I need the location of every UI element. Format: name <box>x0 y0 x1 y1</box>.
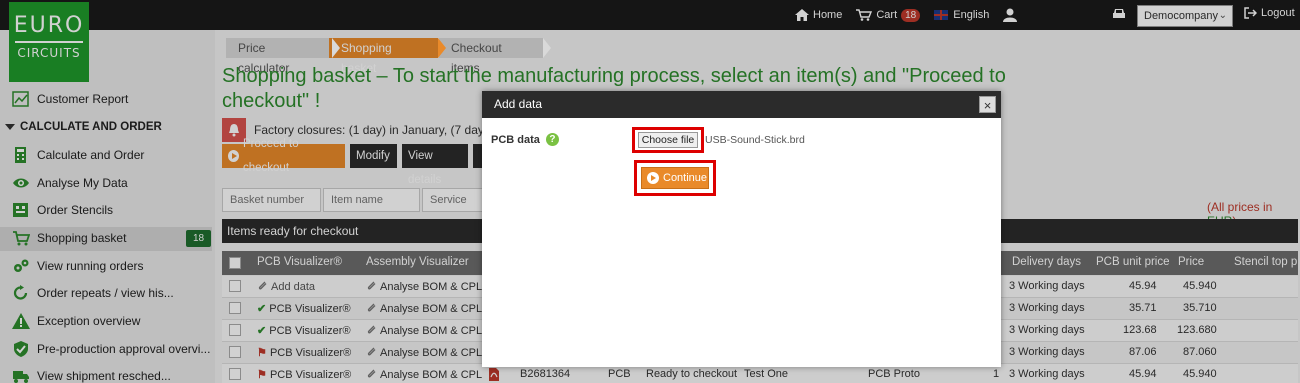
dialog-header: Add data × <box>482 91 1001 118</box>
choose-file-button[interactable]: Choose file <box>638 132 698 148</box>
add-data-dialog: Add data × PCB data ? Choose file USB-So… <box>482 91 1001 367</box>
pcb-data-label-row: PCB data ? <box>491 133 559 146</box>
selected-file-name: USB-Sound-Stick.brd <box>705 134 805 146</box>
play-icon <box>647 172 659 184</box>
continue-label: Continue <box>663 172 708 184</box>
continue-highlight: Continue <box>634 160 716 196</box>
choose-file-highlight: Choose file <box>632 127 704 153</box>
pcb-data-label: PCB data <box>491 133 540 146</box>
dialog-title: Add data <box>494 97 543 111</box>
help-icon[interactable]: ? <box>545 133 559 146</box>
close-button[interactable]: × <box>979 96 996 113</box>
continue-button[interactable]: Continue <box>641 167 709 189</box>
